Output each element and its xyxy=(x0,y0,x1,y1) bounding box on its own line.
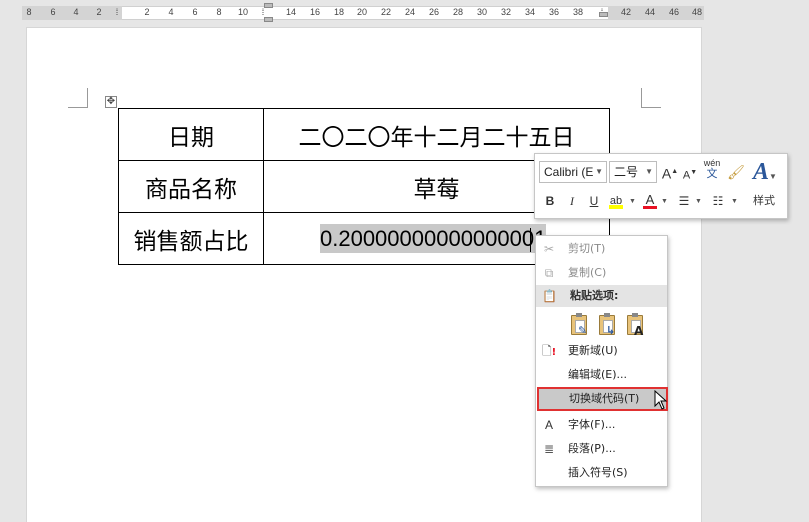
ruler-number: 28 xyxy=(452,7,464,17)
styles-icon: A xyxy=(753,159,770,185)
ruler-number: 34 xyxy=(524,7,536,17)
numbered-list-icon: ☷ xyxy=(712,194,724,208)
mouse-pointer-icon xyxy=(654,390,668,410)
context-menu: ✂ 剪切(T) ⧉ 复制(C) 📋 粘贴选项: ✎ ↳ A 🗋! 更新域(U) … xyxy=(535,235,668,487)
ruler-number: 26 xyxy=(428,7,440,17)
font-name-combo[interactable]: Calibri (E ▼ xyxy=(539,161,607,183)
numbering-button[interactable]: ☷ xyxy=(709,191,727,211)
ruler-number: 10 xyxy=(237,7,249,17)
font-icon: A xyxy=(544,418,553,432)
ruler-number: 30 xyxy=(476,7,488,17)
selected-field-text[interactable]: 0.20000000000000001 xyxy=(320,223,547,253)
menu-item-toggle-field-codes[interactable]: 切换域代码(T) xyxy=(537,387,668,411)
menu-header-paste-options: 📋 粘贴选项: xyxy=(536,285,667,307)
highlight-color-button[interactable]: ab xyxy=(607,190,625,210)
menu-item-update-field[interactable]: 🗋! 更新域(U) xyxy=(536,340,667,362)
styles-label: 样式 xyxy=(753,195,775,207)
grow-font-button[interactable]: A▲ xyxy=(661,162,679,182)
chevron-down-icon[interactable]: ▼ xyxy=(629,198,636,205)
ruler-number: 36 xyxy=(548,7,560,17)
paste-icon: 📋 xyxy=(542,289,557,303)
font-color-icon: A xyxy=(645,192,655,207)
ruler-number: 32 xyxy=(500,7,512,17)
crop-mark-right xyxy=(641,88,661,108)
ruler-number: 42 xyxy=(620,7,632,17)
ruler-number: 14 xyxy=(285,7,297,17)
scissors-icon: ✂ xyxy=(543,242,555,256)
ruler-left-margin xyxy=(22,6,122,20)
menu-item-edit-field[interactable]: 编辑域(E)... xyxy=(536,364,667,386)
table-move-handle-icon[interactable]: ✥ xyxy=(105,96,117,108)
keep-text-only-icon[interactable]: A xyxy=(624,312,646,338)
ruler-number: 6 xyxy=(192,7,198,17)
keep-source-format-icon[interactable]: ✎ xyxy=(568,312,590,338)
table-cell-label[interactable]: 日期 xyxy=(118,108,264,161)
ruler-number: 6 xyxy=(50,7,56,17)
bullet-list-icon: ☰ xyxy=(678,194,690,208)
chevron-down-icon: ▼ xyxy=(645,167,653,176)
phonetic-guide-button[interactable]: wén 文 xyxy=(701,158,723,180)
ruler-number: 20 xyxy=(356,7,368,17)
chevron-down-icon[interactable]: ▼ xyxy=(731,198,738,205)
ruler-number: 18 xyxy=(333,7,345,17)
right-indent-marker[interactable] xyxy=(599,12,608,17)
ruler-number: 4 xyxy=(168,7,174,17)
italic-button[interactable]: I xyxy=(563,191,581,211)
ruler-number: 38 xyxy=(572,7,584,17)
shrink-font-button[interactable]: A▼ xyxy=(681,163,699,183)
menu-item-cut[interactable]: ✂ 剪切(T) xyxy=(536,238,667,260)
format-painter-icon: 🖌 xyxy=(727,164,745,180)
ruler-column-marker[interactable]: ⁞ xyxy=(262,7,265,17)
highlight-color-bar xyxy=(609,205,623,209)
font-color-bar xyxy=(643,206,657,209)
phonetic-char: 文 xyxy=(706,168,718,180)
horizontal-ruler[interactable]: 8 6 4 2 ⁞ 2 4 6 8 10 ⁞ 14 16 18 20 22 24… xyxy=(0,0,809,22)
bullets-button[interactable]: ☰ xyxy=(675,191,693,211)
font-color-button[interactable]: A xyxy=(641,190,659,210)
ruler-number: 4 xyxy=(73,7,79,17)
ruler-number: 2 xyxy=(96,7,102,17)
chevron-down-icon: ▼ xyxy=(769,172,777,181)
menu-item-font[interactable]: A 字体(F)... xyxy=(536,414,667,436)
chevron-down-icon[interactable]: ▼ xyxy=(695,198,702,205)
crop-mark-left xyxy=(68,88,88,108)
ruler-number: 46 xyxy=(668,7,680,17)
menu-item-paragraph[interactable]: ≣ 段落(P)... xyxy=(536,438,667,460)
ruler-number: 2 xyxy=(144,7,150,17)
table-cell-label[interactable]: 商品名称 xyxy=(118,160,264,213)
ruler-number: 48 xyxy=(691,7,703,17)
underline-button[interactable]: U xyxy=(585,191,603,211)
font-size-combo[interactable]: 二号 ▼ xyxy=(609,161,657,183)
ruler-number: 22 xyxy=(380,7,392,17)
ruler-number: 16 xyxy=(309,7,321,17)
ruler-number: 24 xyxy=(404,7,416,17)
menu-item-insert-symbol[interactable]: 插入符号(S) xyxy=(536,462,667,484)
format-painter-button[interactable]: 🖌 xyxy=(727,162,745,182)
ruler-number: 44 xyxy=(644,7,656,17)
ruler-number: 8 xyxy=(216,7,222,17)
copy-icon: ⧉ xyxy=(544,266,554,280)
first-line-indent-marker[interactable] xyxy=(264,3,273,8)
mini-toolbar: Calibri (E ▼ 二号 ▼ A▲ A▼ wén 文 🖌 A▼ 样式 B … xyxy=(534,153,788,219)
merge-format-icon[interactable]: ↳ xyxy=(596,312,618,338)
chevron-down-icon[interactable]: ▼ xyxy=(661,198,668,205)
font-name-value: Calibri (E xyxy=(544,165,594,179)
left-indent-marker[interactable] xyxy=(264,17,273,22)
font-size-value: 二号 xyxy=(614,165,639,179)
text-caret xyxy=(530,228,531,252)
update-field-icon: 🗋! xyxy=(542,344,557,358)
ruler-column-marker[interactable]: ⁞ xyxy=(116,7,119,17)
bold-button[interactable]: B xyxy=(541,191,559,211)
phonetic-guide-icon: wén xyxy=(703,158,721,168)
ruler-number: 8 xyxy=(26,7,32,17)
grow-font-icon: A xyxy=(661,165,672,182)
styles-button[interactable]: A▼ xyxy=(753,159,777,186)
chevron-down-icon: ▼ xyxy=(595,167,603,176)
menu-item-copy[interactable]: ⧉ 复制(C) xyxy=(536,262,667,284)
table-cell-label[interactable]: 销售额占比 xyxy=(118,212,264,265)
paragraph-icon: ≣ xyxy=(543,442,555,456)
